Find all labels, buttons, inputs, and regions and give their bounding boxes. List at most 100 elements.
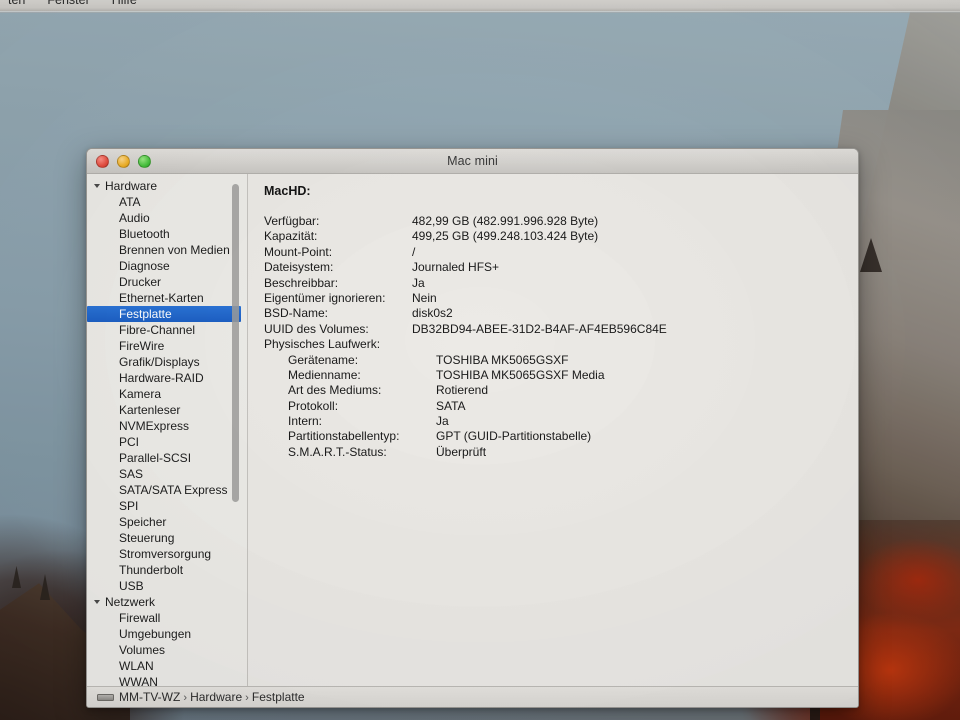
sidebar-item-umgebungen[interactable]: Umgebungen (87, 626, 247, 642)
detail-row: Gerätename: TOSHIBA MK5065GSXF (262, 353, 848, 368)
detail-row-value: Ja (412, 275, 425, 290)
detail-row: Intern: Ja (262, 414, 848, 429)
menu-bar-items[interactable]: ten Fenster Hilfe (0, 0, 137, 7)
disclosure-triangle-icon[interactable] (94, 184, 100, 188)
sidebar-item-label: Drucker (119, 275, 162, 289)
sidebar-item-drucker[interactable]: Drucker (87, 274, 247, 290)
detail-row: Protokoll: SATA (262, 399, 848, 414)
sidebar-item-stromversorgung[interactable]: Stromversorgung (87, 546, 247, 562)
sidebar-item-ata[interactable]: ATA (87, 194, 247, 210)
sidebar-item-brennen-von-medien[interactable]: Brennen von Medien (87, 242, 247, 258)
window-controls[interactable] (87, 154, 151, 168)
sidebar-item-firewire[interactable]: FireWire (87, 338, 247, 354)
breadcrumb-item-festplatte[interactable]: Festplatte (252, 690, 305, 704)
sidebar-list[interactable]: Hardware ATA Audio Bluetooth Brennen von Med… (87, 178, 247, 686)
sidebar-item-steuerung[interactable]: Steuerung (87, 530, 247, 546)
detail-row-key: Beschreibbar: (264, 275, 339, 290)
detail-row-key: Medienname: (288, 367, 361, 382)
sidebar-item-usb[interactable]: USB (87, 578, 247, 594)
sidebar-scrollbar-track[interactable] (232, 178, 243, 682)
sidebar-item-label: Stromversorgung (119, 547, 212, 561)
detail-row-value: DB32BD94-ABEE-31D2-B4AF-AF4EB596C84E (412, 321, 667, 336)
sidebar-item-parallel-scsi[interactable]: Parallel-SCSI (87, 450, 247, 466)
zoom-button[interactable] (138, 154, 151, 168)
sidebar-scrollbar-thumb[interactable] (232, 184, 239, 502)
detail-row-key: Physisches Laufwerk: (264, 337, 381, 352)
breadcrumb-item-mm-tv-wz[interactable]: MM-TV-WZ (119, 690, 180, 704)
breadcrumb-item-hardware[interactable]: Hardware (190, 690, 242, 704)
detail-panel: MacHD: Verfügbar: 482,99 GB (482.991.996.… (248, 174, 858, 686)
sidebar-item-sata-sata-express[interactable]: SATA/SATA Express (87, 482, 247, 498)
window-title: Mac mini (447, 154, 498, 168)
system-information-window[interactable]: Mac mini Hardware ATA Audio Bluetooth Brenne… (86, 148, 859, 708)
detail-row-key: Partitionstabellentyp: (288, 429, 400, 444)
sidebar-item-fibre-channel[interactable]: Fibre-Channel (87, 322, 247, 338)
sidebar-item-thunderbolt[interactable]: Thunderbolt (87, 562, 247, 578)
sidebar-item-diagnose[interactable]: Diagnose (87, 258, 247, 274)
detail-row: UUID des Volumes: DB32BD94-ABEE-31D2-B4AF… (262, 322, 848, 337)
sidebar-item-netzwerk[interactable]: Netzwerk (87, 594, 247, 610)
sidebar-item-bluetooth[interactable]: Bluetooth (87, 226, 247, 242)
sidebar-item-label: NVMExpress (119, 419, 190, 433)
sidebar-item-label: ATA (119, 195, 141, 209)
sidebar-item-speicher[interactable]: Speicher (87, 514, 247, 530)
sidebar-item-label: Ethernet-Karten (119, 291, 204, 305)
sidebar-item-label: PCI (119, 435, 140, 449)
sidebar[interactable]: Hardware ATA Audio Bluetooth Brennen von Med… (87, 174, 248, 686)
sidebar-item-festplatte[interactable]: Festplatte (87, 306, 241, 322)
breadcrumb-separator: › (242, 692, 252, 704)
sidebar-item-spi[interactable]: SPI (87, 498, 247, 514)
detail-row-key: Art des Mediums: (288, 383, 382, 398)
detail-row-key: Verfügbar: (264, 214, 320, 228)
sidebar-item-label: SATA/SATA Express (119, 483, 228, 497)
sidebar-item-audio[interactable]: Audio (87, 210, 247, 226)
sidebar-item-label: Brennen von Medien (119, 243, 230, 257)
sidebar-item-label: Umgebungen (119, 627, 192, 641)
detail-panel-title: MacHD: (264, 184, 311, 198)
sidebar-item-label: WWAN (119, 675, 158, 686)
sidebar-item-hardware-raid[interactable]: Hardware-RAID (87, 370, 247, 386)
sidebar-item-label: Kartenleser (119, 403, 181, 417)
menu-bar[interactable]: ten Fenster Hilfe (0, 0, 960, 11)
sidebar-item-label: Hardware (105, 179, 158, 193)
sidebar-item-label: Speicher (119, 515, 167, 529)
sidebar-item-label: USB (119, 579, 144, 593)
menu-item-0[interactable]: ten (8, 0, 25, 7)
detail-row-value: Rotierend (436, 383, 489, 398)
sidebar-item-label: Hardware-RAID (119, 371, 204, 385)
desktop-screen: ten Fenster Hilfe Mac mini Hardware ATA Au… (0, 0, 960, 720)
sidebar-item-label: Fibre-Channel (119, 323, 196, 337)
menu-item-fenster[interactable]: Fenster (47, 0, 89, 7)
detail-row: Dateisystem: Journaled HFS+ (262, 260, 848, 275)
detail-row: Medienname: TOSHIBA MK5065GSXF Media (262, 368, 848, 383)
minimize-button[interactable] (117, 154, 130, 168)
detail-row-value: Überprüft (436, 444, 487, 459)
sidebar-item-label: Thunderbolt (119, 563, 184, 577)
menu-item-hilfe[interactable]: Hilfe (112, 0, 137, 7)
sidebar-item-sas[interactable]: SAS (87, 466, 247, 482)
sidebar-item-label: Diagnose (119, 259, 170, 273)
sidebar-item-volumes[interactable]: Volumes (87, 642, 247, 658)
sidebar-item-kartenleser[interactable]: Kartenleser (87, 402, 247, 418)
sidebar-item-firewall[interactable]: Firewall (87, 610, 247, 626)
sidebar-item-label: Firewall (119, 611, 161, 625)
detail-row-value: disk0s2 (412, 306, 453, 321)
sidebar-item-wlan[interactable]: WLAN (87, 658, 247, 674)
sidebar-item-hardware[interactable]: Hardware (87, 178, 247, 194)
detail-row: Art des Mediums: Rotierend (262, 383, 848, 398)
disclosure-triangle-icon[interactable] (94, 600, 100, 604)
sidebar-item-wwan[interactable]: WWAN (87, 674, 247, 686)
sidebar-item-pci[interactable]: PCI (87, 434, 247, 450)
sidebar-item-kamera[interactable]: Kamera (87, 386, 247, 402)
window-titlebar[interactable]: Mac mini (87, 149, 858, 174)
sidebar-item-nvmexpress[interactable]: NVMExpress (87, 418, 247, 434)
close-button[interactable] (96, 154, 109, 168)
sidebar-item-grafik-displays[interactable]: Grafik/Displays (87, 354, 247, 370)
detail-row-value: TOSHIBA MK5065GSXF Media (436, 367, 605, 382)
breadcrumb[interactable]: MM-TV-WZ › Hardware › Festplatte (119, 690, 305, 704)
sidebar-item-ethernet-karten[interactable]: Ethernet-Karten (87, 290, 247, 306)
detail-row: Mount-Point: / (262, 245, 848, 260)
detail-row: S.M.A.R.T.-Status: Überprüft (262, 445, 848, 460)
detail-rows: Verfügbar: 482,99 GB (482.991.996.928 Byt… (262, 214, 848, 460)
detail-row: BSD-Name: disk0s2 (262, 306, 848, 321)
